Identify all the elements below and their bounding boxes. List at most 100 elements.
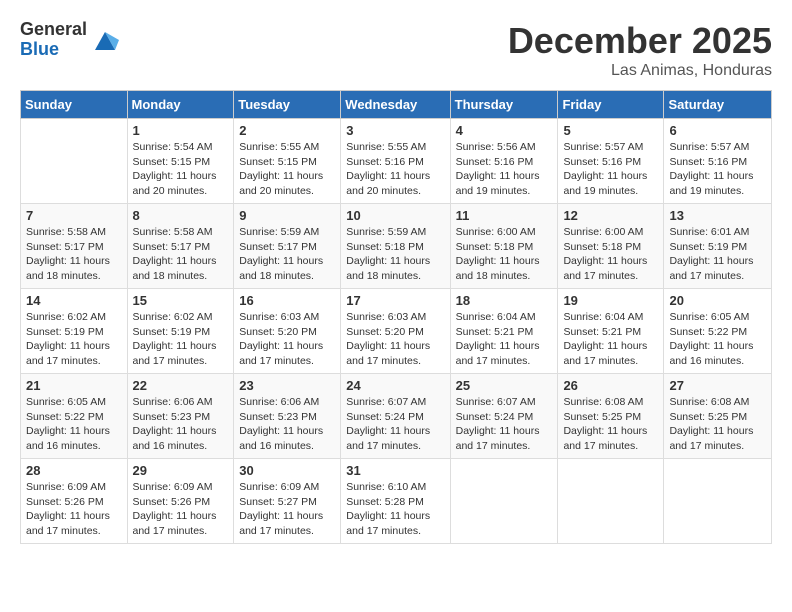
cell-info: Sunrise: 5:59 AMSunset: 5:17 PMDaylight:… (239, 225, 335, 284)
logo-general: General (20, 20, 87, 40)
header-tuesday: Tuesday (234, 91, 341, 119)
calendar-cell: 27 Sunrise: 6:08 AMSunset: 5:25 PMDayligh… (664, 374, 772, 459)
day-number: 30 (239, 463, 335, 478)
day-number: 7 (26, 208, 122, 223)
day-number: 19 (563, 293, 658, 308)
cell-info: Sunrise: 6:09 AMSunset: 5:26 PMDaylight:… (133, 480, 229, 539)
day-number: 27 (669, 378, 766, 393)
calendar-cell: 26 Sunrise: 6:08 AMSunset: 5:25 PMDayligh… (558, 374, 664, 459)
day-number: 16 (239, 293, 335, 308)
day-number: 1 (133, 123, 229, 138)
calendar-week-5: 28Sunrise: 6:09 AMSunset: 5:26 PMDayligh… (21, 459, 772, 544)
day-number: 26 (563, 378, 658, 393)
cell-info: Sunrise: 6:09 AMSunset: 5:26 PMDaylight:… (26, 480, 122, 539)
calendar-week-3: 14 Sunrise: 6:02 AMSunset: 5:19 PMDayligh… (21, 289, 772, 374)
day-number: 12 (563, 208, 658, 223)
day-number: 20 (669, 293, 766, 308)
title-block: December 2025 Las Animas, Honduras (508, 20, 772, 80)
cell-info: Sunrise: 5:54 AMSunset: 5:15 PMDaylight:… (133, 140, 229, 199)
cell-info: Sunrise: 5:57 AMSunset: 5:16 PMDaylight:… (563, 140, 658, 199)
calendar-cell (450, 459, 558, 544)
day-number: 11 (456, 208, 553, 223)
calendar-week-2: 7 Sunrise: 5:58 AMSunset: 5:17 PMDaylight… (21, 204, 772, 289)
cell-info: Sunrise: 6:03 AMSunset: 5:20 PMDaylight:… (346, 310, 444, 369)
calendar-body: 1 Sunrise: 5:54 AMSunset: 5:15 PMDaylight… (21, 119, 772, 544)
calendar-week-1: 1 Sunrise: 5:54 AMSunset: 5:15 PMDaylight… (21, 119, 772, 204)
calendar-cell: 1 Sunrise: 5:54 AMSunset: 5:15 PMDaylight… (127, 119, 234, 204)
header-friday: Friday (558, 91, 664, 119)
calendar-cell: 2 Sunrise: 5:55 AMSunset: 5:15 PMDaylight… (234, 119, 341, 204)
location-title: Las Animas, Honduras (508, 62, 772, 80)
calendar-cell: 13 Sunrise: 6:01 AMSunset: 5:19 PMDayligh… (664, 204, 772, 289)
page-header: General Blue December 2025 Las Animas, H… (20, 20, 772, 80)
day-number: 18 (456, 293, 553, 308)
cell-info: Sunrise: 6:06 AMSunset: 5:23 PMDaylight:… (239, 395, 335, 454)
calendar-cell: 19 Sunrise: 6:04 AMSunset: 5:21 PMDayligh… (558, 289, 664, 374)
cell-info: Sunrise: 6:10 AMSunset: 5:28 PMDaylight:… (346, 480, 444, 539)
cell-info: Sunrise: 5:59 AMSunset: 5:18 PMDaylight:… (346, 225, 444, 284)
calendar-cell: 20 Sunrise: 6:05 AMSunset: 5:22 PMDayligh… (664, 289, 772, 374)
day-number: 6 (669, 123, 766, 138)
header-monday: Monday (127, 91, 234, 119)
day-number: 17 (346, 293, 444, 308)
cell-info: Sunrise: 6:08 AMSunset: 5:25 PMDaylight:… (563, 395, 658, 454)
day-number: 25 (456, 378, 553, 393)
cell-info: Sunrise: 6:04 AMSunset: 5:21 PMDaylight:… (563, 310, 658, 369)
calendar-cell (558, 459, 664, 544)
header-saturday: Saturday (664, 91, 772, 119)
calendar-cell: 7 Sunrise: 5:58 AMSunset: 5:17 PMDaylight… (21, 204, 128, 289)
cell-info: Sunrise: 5:55 AMSunset: 5:15 PMDaylight:… (239, 140, 335, 199)
cell-info: Sunrise: 6:00 AMSunset: 5:18 PMDaylight:… (456, 225, 553, 284)
day-number: 14 (26, 293, 122, 308)
cell-info: Sunrise: 6:04 AMSunset: 5:21 PMDaylight:… (456, 310, 553, 369)
day-number: 4 (456, 123, 553, 138)
cell-info: Sunrise: 6:06 AMSunset: 5:23 PMDaylight:… (133, 395, 229, 454)
calendar-cell (664, 459, 772, 544)
logo: General Blue (20, 20, 119, 60)
day-number: 10 (346, 208, 444, 223)
cell-info: Sunrise: 6:02 AMSunset: 5:19 PMDaylight:… (26, 310, 122, 369)
calendar-cell (21, 119, 128, 204)
calendar-cell: 18 Sunrise: 6:04 AMSunset: 5:21 PMDayligh… (450, 289, 558, 374)
day-number: 3 (346, 123, 444, 138)
cell-info: Sunrise: 6:07 AMSunset: 5:24 PMDaylight:… (346, 395, 444, 454)
calendar-cell: 11 Sunrise: 6:00 AMSunset: 5:18 PMDayligh… (450, 204, 558, 289)
calendar-cell: 22Sunrise: 6:06 AMSunset: 5:23 PMDayligh… (127, 374, 234, 459)
calendar-table: SundayMondayTuesdayWednesdayThursdayFrid… (20, 90, 772, 544)
cell-info: Sunrise: 6:01 AMSunset: 5:19 PMDaylight:… (669, 225, 766, 284)
calendar-cell: 17 Sunrise: 6:03 AMSunset: 5:20 PMDayligh… (341, 289, 450, 374)
cell-info: Sunrise: 6:05 AMSunset: 5:22 PMDaylight:… (669, 310, 766, 369)
calendar-cell: 16Sunrise: 6:03 AMSunset: 5:20 PMDayligh… (234, 289, 341, 374)
calendar-cell: 25Sunrise: 6:07 AMSunset: 5:24 PMDayligh… (450, 374, 558, 459)
cell-info: Sunrise: 6:05 AMSunset: 5:22 PMDaylight:… (26, 395, 122, 454)
month-title: December 2025 (508, 20, 772, 62)
logo-text: General Blue (20, 20, 87, 60)
calendar-cell: 24 Sunrise: 6:07 AMSunset: 5:24 PMDayligh… (341, 374, 450, 459)
logo-blue: Blue (20, 40, 87, 60)
header-sunday: Sunday (21, 91, 128, 119)
day-number: 5 (563, 123, 658, 138)
day-number: 13 (669, 208, 766, 223)
day-number: 31 (346, 463, 444, 478)
day-number: 8 (133, 208, 229, 223)
cell-info: Sunrise: 5:56 AMSunset: 5:16 PMDaylight:… (456, 140, 553, 199)
calendar-week-4: 21Sunrise: 6:05 AMSunset: 5:22 PMDayligh… (21, 374, 772, 459)
calendar-cell: 21Sunrise: 6:05 AMSunset: 5:22 PMDayligh… (21, 374, 128, 459)
day-number: 24 (346, 378, 444, 393)
calendar-cell: 10 Sunrise: 5:59 AMSunset: 5:18 PMDayligh… (341, 204, 450, 289)
calendar-cell: 14 Sunrise: 6:02 AMSunset: 5:19 PMDayligh… (21, 289, 128, 374)
day-number: 2 (239, 123, 335, 138)
cell-info: Sunrise: 6:08 AMSunset: 5:25 PMDaylight:… (669, 395, 766, 454)
header-wednesday: Wednesday (341, 91, 450, 119)
calendar-cell: 6 Sunrise: 5:57 AMSunset: 5:16 PMDaylight… (664, 119, 772, 204)
calendar-cell: 3Sunrise: 5:55 AMSunset: 5:16 PMDaylight… (341, 119, 450, 204)
calendar-header-row: SundayMondayTuesdayWednesdayThursdayFrid… (21, 91, 772, 119)
cell-info: Sunrise: 5:58 AMSunset: 5:17 PMDaylight:… (133, 225, 229, 284)
cell-info: Sunrise: 5:57 AMSunset: 5:16 PMDaylight:… (669, 140, 766, 199)
cell-info: Sunrise: 6:02 AMSunset: 5:19 PMDaylight:… (133, 310, 229, 369)
cell-info: Sunrise: 5:58 AMSunset: 5:17 PMDaylight:… (26, 225, 122, 284)
calendar-cell: 23Sunrise: 6:06 AMSunset: 5:23 PMDayligh… (234, 374, 341, 459)
day-number: 29 (133, 463, 229, 478)
day-number: 15 (133, 293, 229, 308)
cell-info: Sunrise: 6:09 AMSunset: 5:27 PMDaylight:… (239, 480, 335, 539)
